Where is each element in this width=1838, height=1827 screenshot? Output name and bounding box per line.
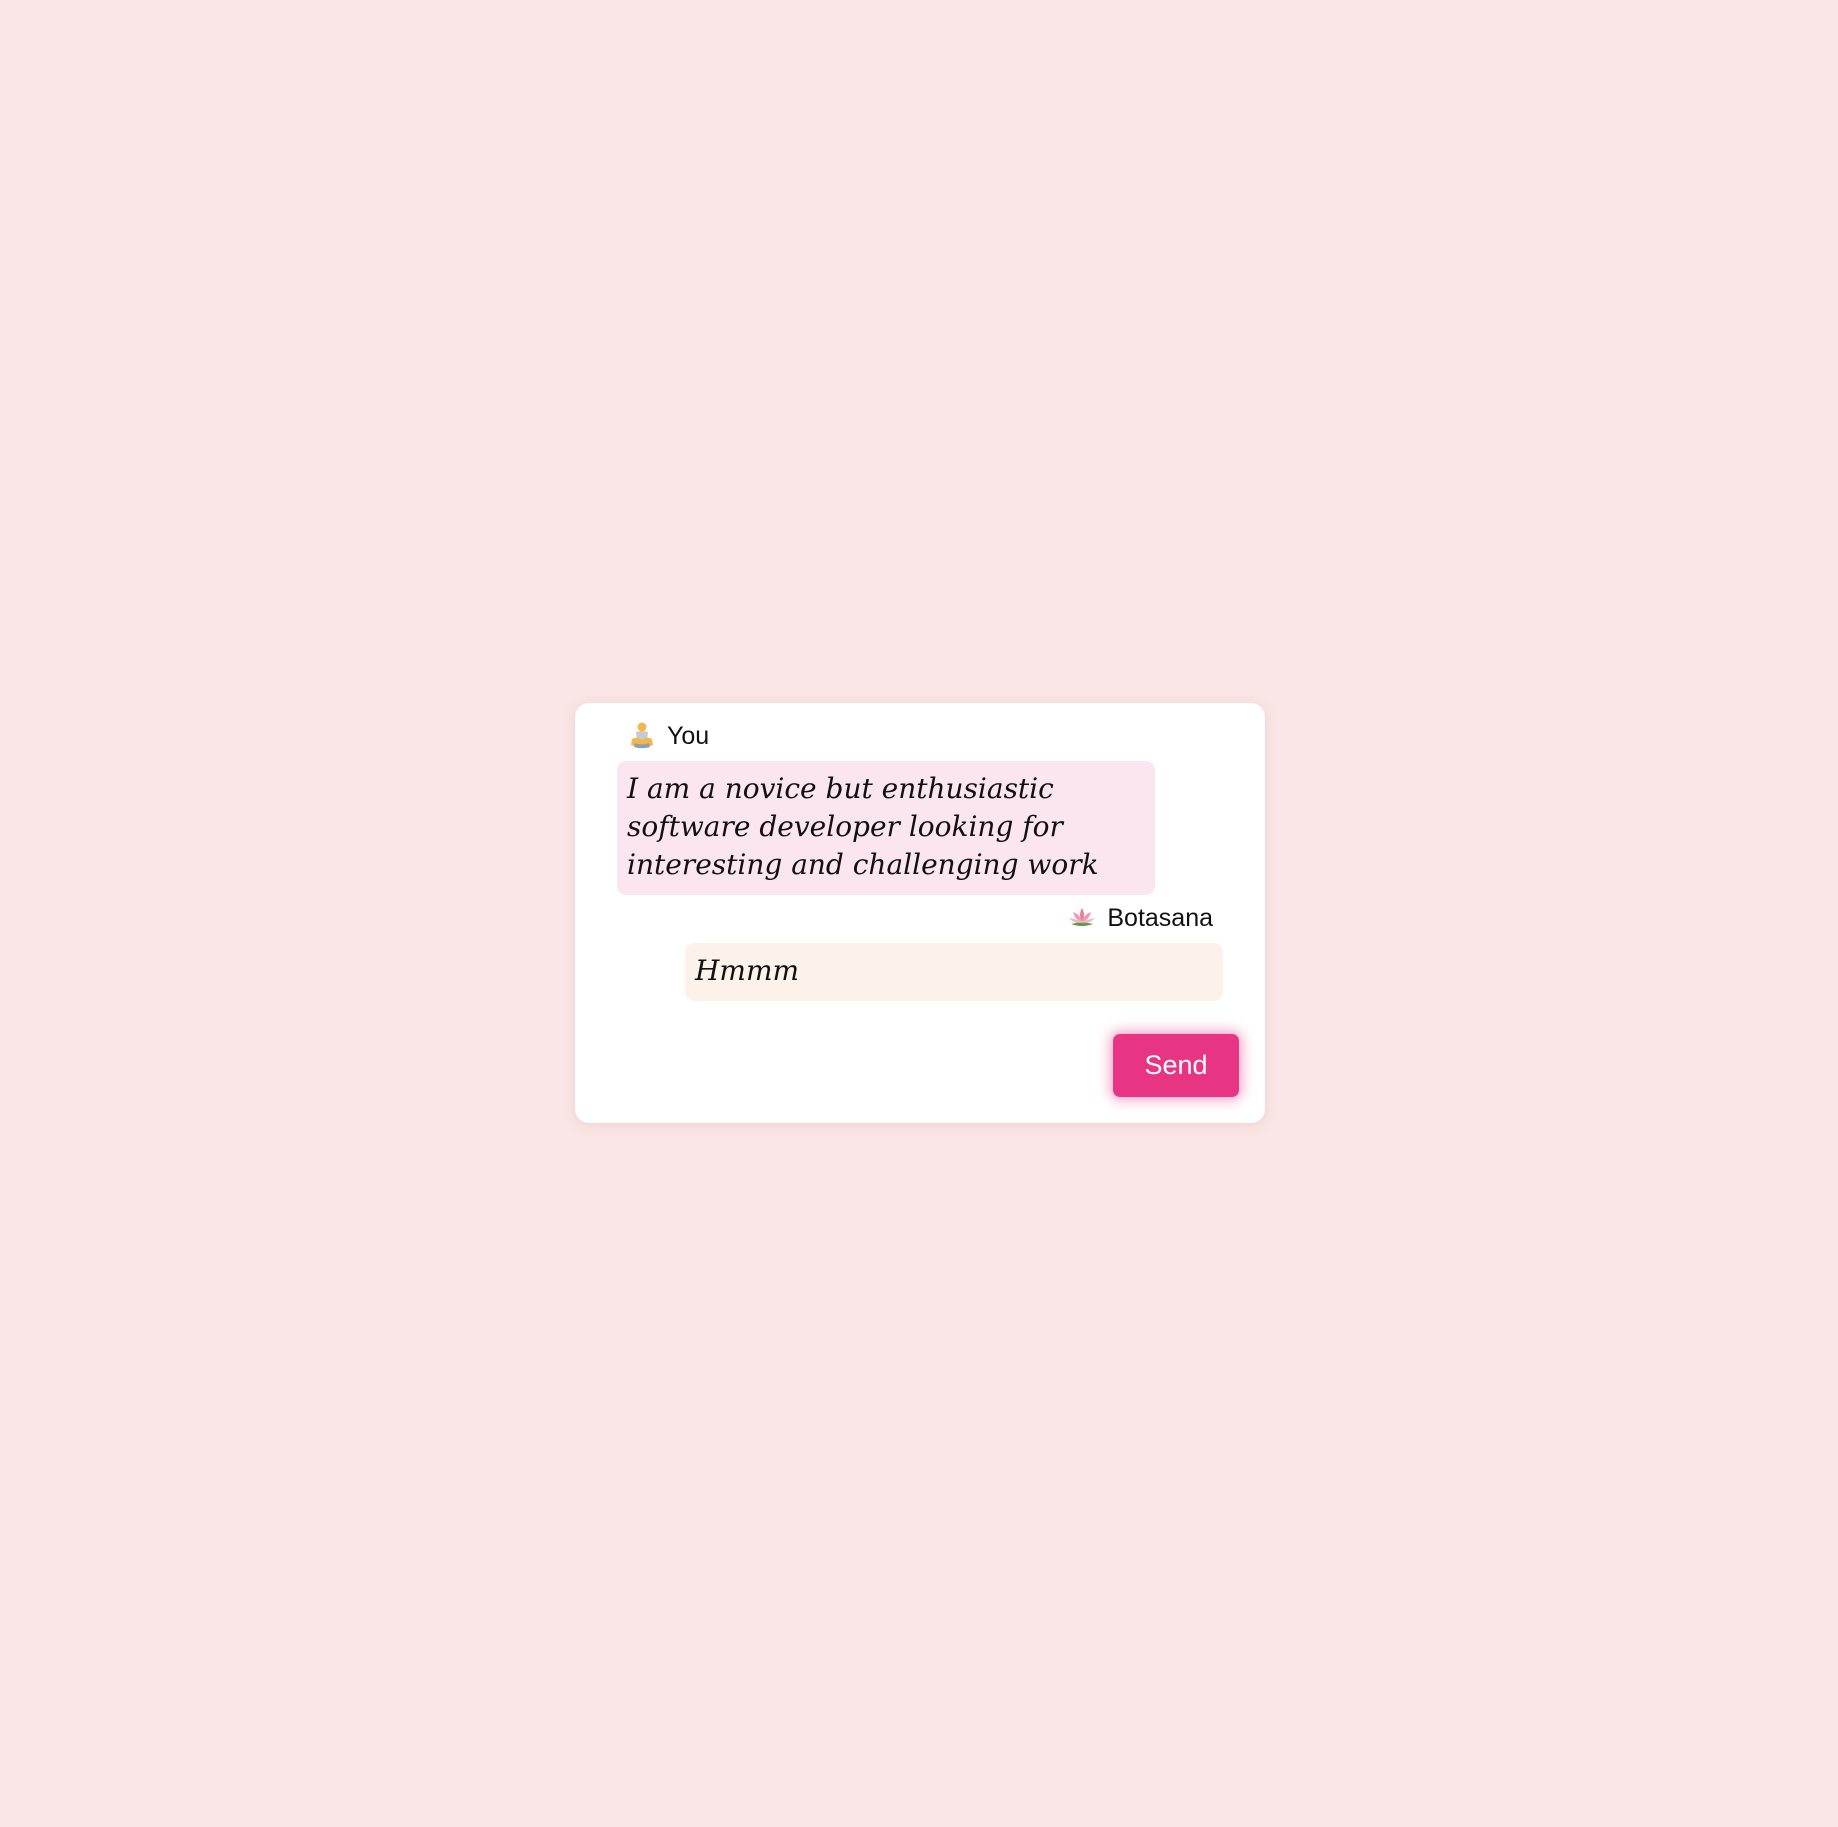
message-bubble-bot: Hmmm <box>685 943 1223 1001</box>
person-in-lotus-position-icon <box>627 721 657 751</box>
send-button[interactable]: Send <box>1113 1034 1239 1097</box>
chat-card: You I am a novice but enthusiastic softw… <box>575 703 1265 1123</box>
sender-label-botasana: Botasana <box>1067 903 1213 933</box>
sender-label-you: You <box>627 721 709 751</box>
sender-name: You <box>667 721 710 750</box>
lotus-flower-icon <box>1067 903 1097 933</box>
sender-name: Botasana <box>1107 903 1213 932</box>
message-bubble-user: I am a novice but enthusiastic software … <box>617 761 1155 895</box>
